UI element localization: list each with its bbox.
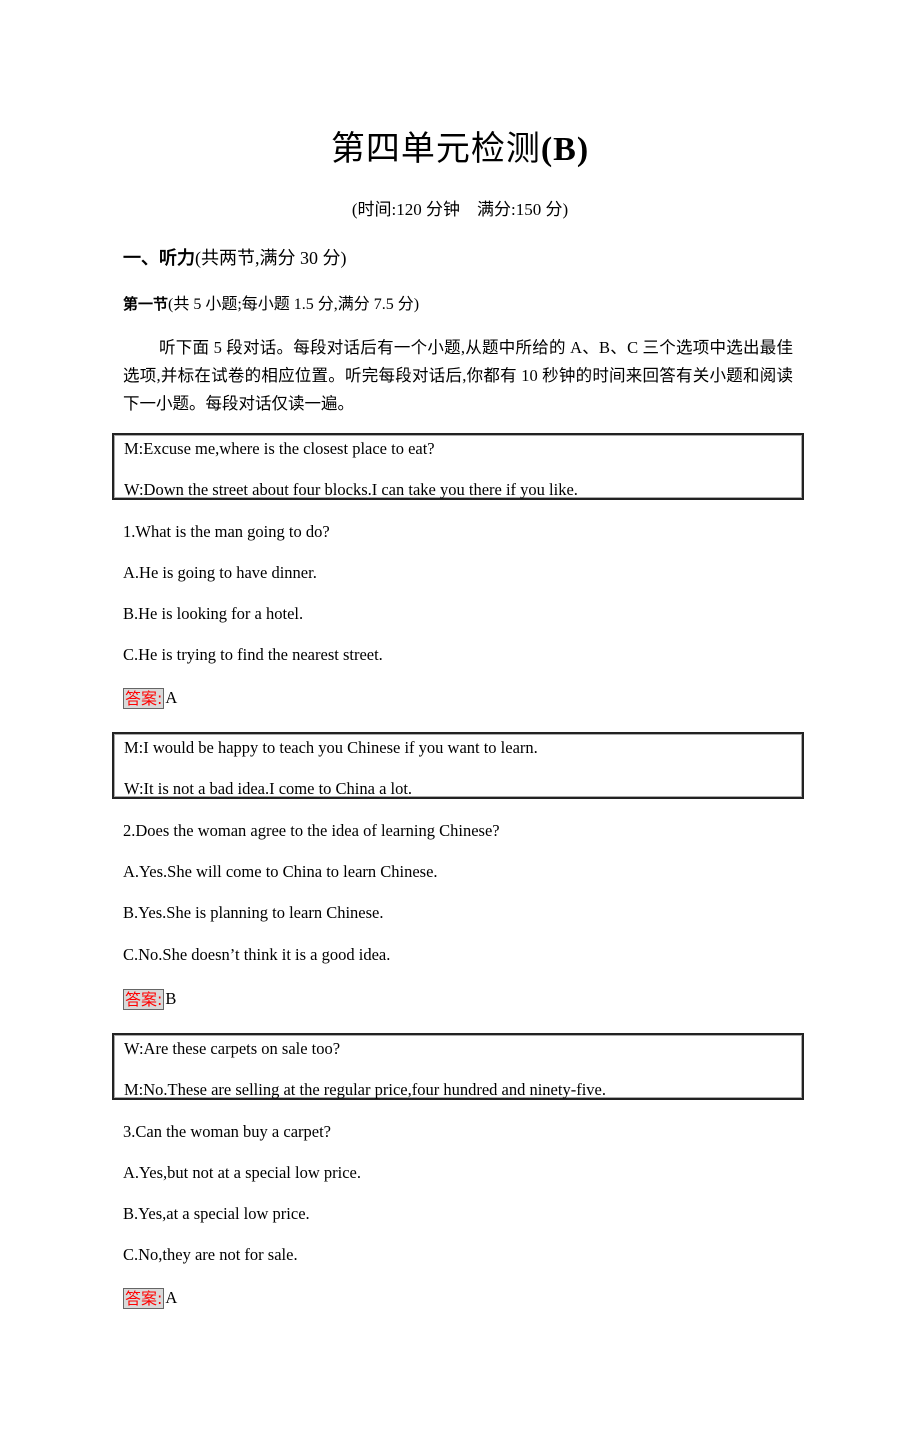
question-1-option-c: C.He is trying to find the nearest stree…	[123, 645, 383, 664]
question-2-option-c: C.No.She doesn’t think it is a good idea…	[123, 945, 391, 964]
dialog-box-2: M:I would be happy to teach you Chinese …	[112, 732, 804, 799]
question-2-answer: 答案: B	[123, 988, 176, 1010]
question-3-option-b: B.Yes,at a special low price.	[123, 1204, 310, 1223]
part-heading-detail: (共 5 小题;每小题 1.5 分,满分 7.5 分)	[168, 296, 420, 313]
question-3-answer: 答案: A	[123, 1287, 177, 1309]
dialog-line: W:It is not a bad idea.I come to China a…	[124, 779, 413, 798]
answer-label-badge: 答案:	[123, 988, 165, 1010]
answer-value: B	[165, 989, 177, 1008]
document-title-cn: 第四单元检测	[330, 131, 541, 168]
answer-label-badge: 答案:	[123, 687, 165, 709]
question-1-stem: 1.What is the man going to do?	[123, 522, 330, 541]
section-heading-detail: (共两节,满分 30 分)	[195, 248, 347, 268]
question-1-option-a: A.He is going to have dinner.	[123, 563, 317, 582]
question-2-option-a: A.Yes.She will come to China to learn Ch…	[123, 862, 438, 881]
question-2-stem: 2.Does the woman agree to the idea of le…	[123, 821, 500, 840]
part-heading-title: 第一节	[123, 295, 169, 313]
part-heading-one: 第一节(共 5 小题;每小题 1.5 分,满分 7.5 分)	[123, 292, 419, 317]
dialog-line: M:Excuse me,where is the closest place t…	[124, 439, 435, 458]
dialog-box-3: W:Are these carpets on sale too? M:No.Th…	[112, 1033, 804, 1100]
question-3-option-c: C.No,they are not for sale.	[123, 1245, 298, 1264]
question-1-answer: 答案: A	[123, 687, 177, 709]
section-heading-title: 一、听力	[123, 248, 195, 269]
section-heading-listening: 一、听力(共两节,满分 30 分)	[123, 245, 347, 272]
question-3-option-a: A.Yes,but not at a special low price.	[123, 1163, 361, 1182]
answer-label-badge: 答案:	[123, 1287, 165, 1309]
dialog-box-1: M:Excuse me,where is the closest place t…	[112, 433, 804, 500]
question-3-stem: 3.Can the woman buy a carpet?	[123, 1122, 332, 1141]
answer-value: A	[165, 1288, 178, 1307]
document-title-suffix: (B)	[540, 131, 590, 168]
answer-value: A	[165, 688, 178, 707]
question-2-option-b: B.Yes.She is planning to learn Chinese.	[123, 903, 384, 922]
listening-instructions: 听下面 5 段对话。每段对话后有一个小题,从题中所给的 A、B、C 三个选项中选…	[123, 338, 793, 413]
document-title: 第四单元检测(B)	[0, 127, 920, 173]
exam-time-and-score: (时间:120 分钟 满分:150 分)	[351, 200, 569, 219]
dialog-line: W:Down the street about four blocks.I ca…	[124, 480, 578, 499]
dialog-line: M:I would be happy to teach you Chinese …	[124, 738, 538, 757]
question-1-option-b: B.He is looking for a hotel.	[123, 604, 304, 623]
dialog-line: M:No.These are selling at the regular pr…	[124, 1080, 606, 1099]
dialog-line: W:Are these carpets on sale too?	[124, 1039, 341, 1058]
document-page: 第四单元检测(B) (时间:120 分钟 满分:150 分) 一、听力(共两节,…	[0, 0, 920, 1439]
